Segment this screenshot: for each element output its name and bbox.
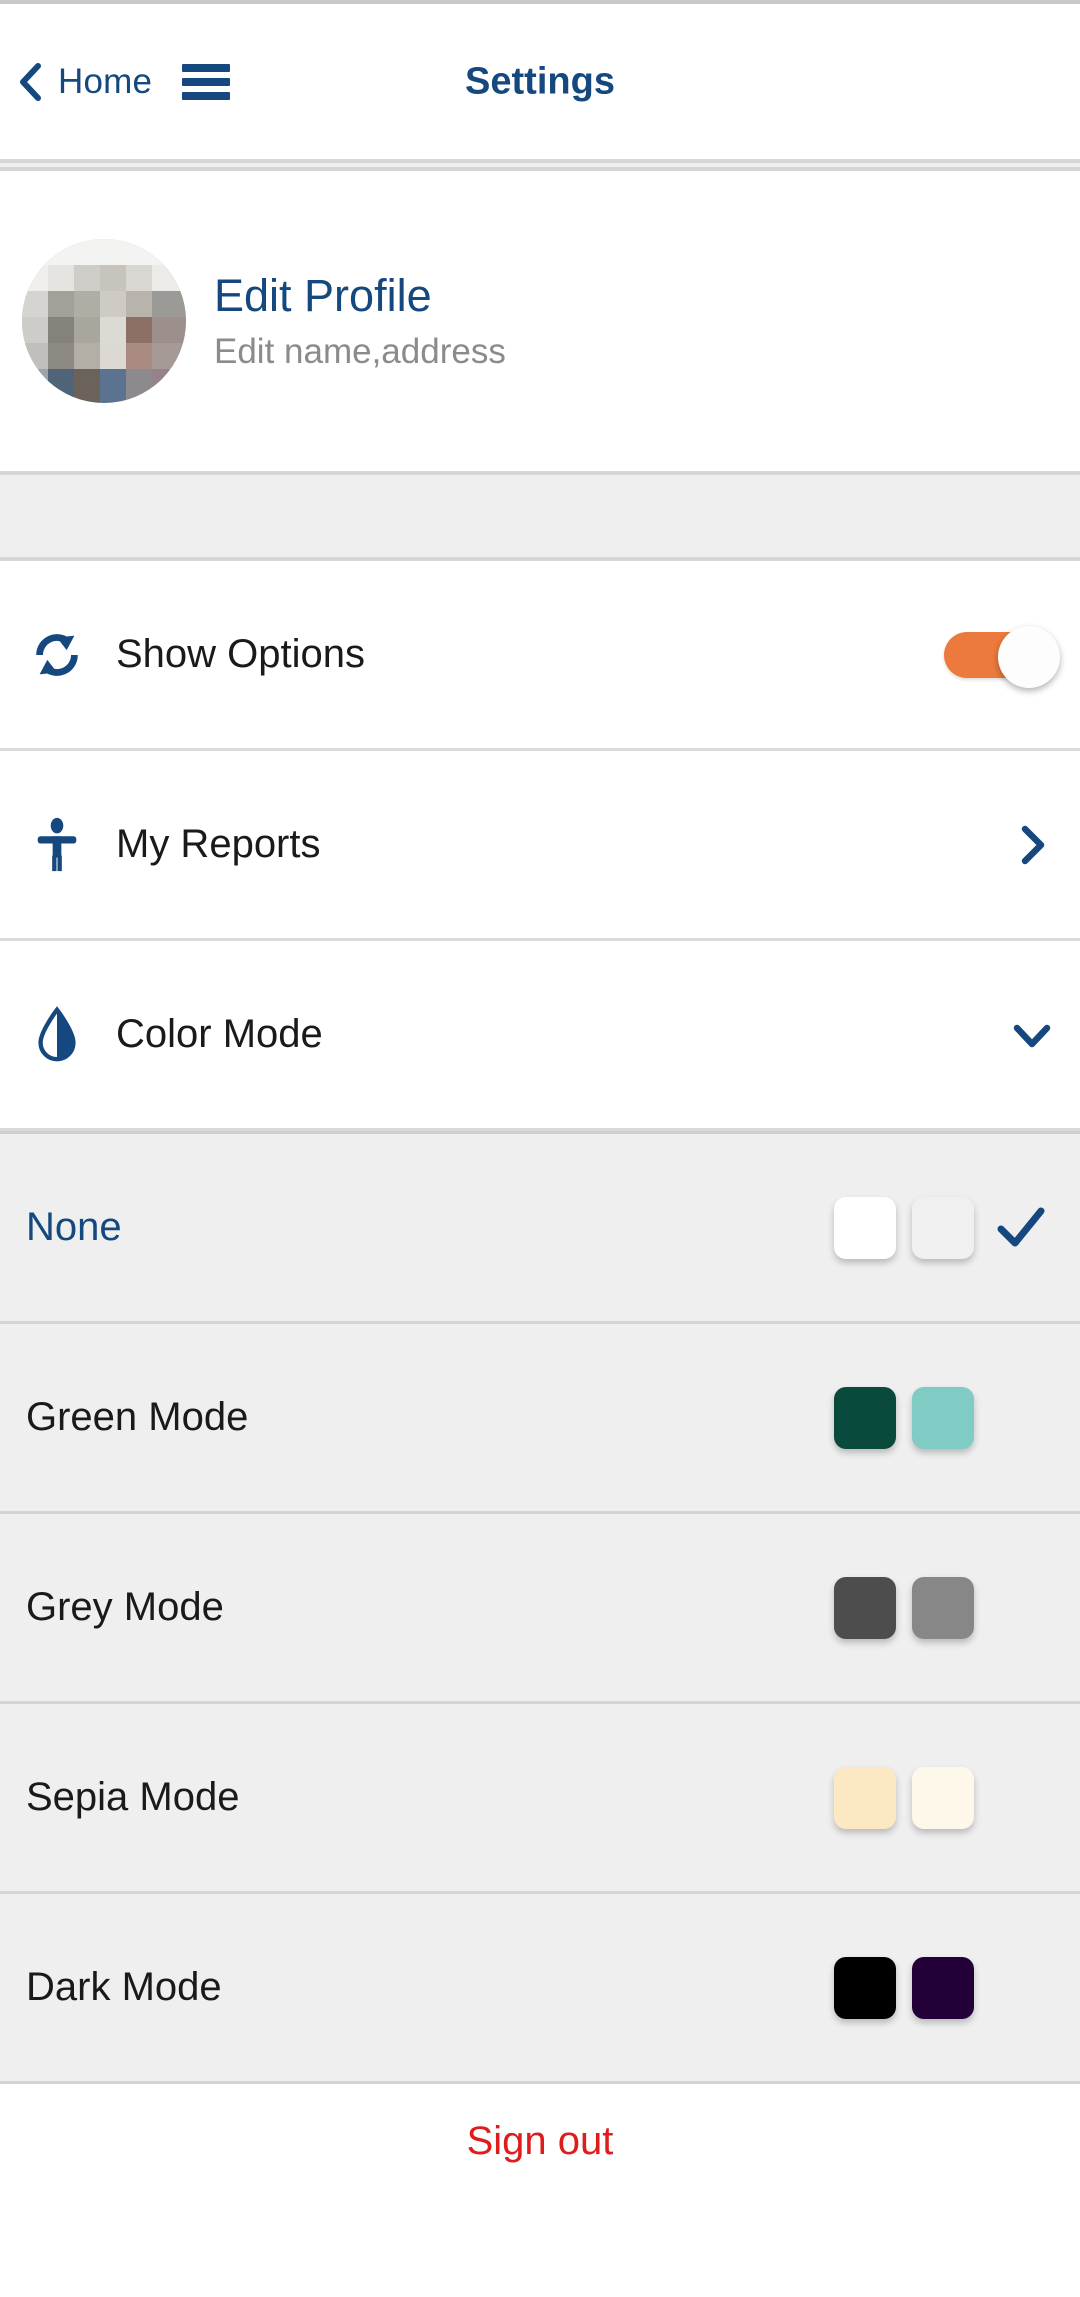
selected-check-wrap [988, 1203, 1054, 1253]
show-options-label: Show Options [116, 632, 366, 676]
color-mode-option-grey[interactable]: Grey Mode [0, 1514, 1080, 1704]
color-swatch-primary [834, 1196, 896, 1259]
checkmark-icon [997, 1207, 1045, 1246]
color-mode-option-green[interactable]: Green Mode [0, 1324, 1080, 1514]
color-mode-option-label: Grey Mode [26, 1585, 224, 1629]
color-mode-swatches [834, 1196, 974, 1259]
color-swatch-primary [834, 1766, 896, 1829]
app-header: Home Settings [0, 4, 1080, 159]
color-swatch-primary [834, 1956, 896, 2019]
color-mode-option-label: Green Mode [26, 1395, 249, 1439]
color-mode-option-label: None [26, 1205, 122, 1249]
sync-refresh-icon [26, 624, 88, 686]
avatar-pixelated-image [22, 239, 186, 403]
header-divider-band [0, 159, 1080, 171]
color-mode-option-sepia[interactable]: Sepia Mode [0, 1704, 1080, 1894]
color-swatch-primary [834, 1386, 896, 1449]
section-spacer-band [0, 471, 1080, 561]
show-options-control [944, 625, 1060, 688]
contrast-droplet-icon [26, 1004, 88, 1066]
profile-text-group: Edit Profile Edit name,address [214, 270, 506, 372]
chevron-down-icon [1013, 1024, 1051, 1047]
chevron-right-icon [1021, 825, 1045, 864]
my-reports-control[interactable] [1010, 823, 1054, 867]
color-swatch-primary [834, 1576, 896, 1639]
color-mode-label: Color Mode [116, 1012, 323, 1056]
toggle-thumb [998, 625, 1060, 688]
signout-area: Sign out [0, 2084, 1080, 2199]
color-mode-option-label: Sepia Mode [26, 1775, 240, 1819]
settings-row-my-reports[interactable]: My Reports [0, 751, 1080, 941]
settings-row-color-mode[interactable]: Color Mode [0, 941, 1080, 1131]
my-reports-label: My Reports [116, 822, 321, 866]
header-left-group: Home [0, 62, 231, 102]
edit-profile-row[interactable]: Edit Profile Edit name,address [0, 171, 1080, 471]
color-mode-option-label: Dark Mode [26, 1965, 222, 2009]
chevron-left-icon [20, 62, 41, 101]
edit-profile-title: Edit Profile [214, 270, 432, 321]
back-label: Home [58, 62, 153, 101]
color-swatch-secondary [912, 1956, 974, 2019]
accessibility-person-icon [26, 814, 88, 876]
settings-row-show-options[interactable]: Show Options [0, 561, 1080, 751]
settings-screen: Home Settings Edit Profile Edit name,add… [0, 0, 1080, 2297]
color-swatch-secondary [912, 1386, 974, 1449]
signout-button[interactable]: Sign out [467, 2119, 614, 2164]
color-swatch-secondary [912, 1576, 974, 1639]
color-mode-option-dark[interactable]: Dark Mode [0, 1894, 1080, 2084]
back-button[interactable]: Home [18, 62, 152, 102]
color-mode-option-none[interactable]: None [0, 1134, 1080, 1324]
color-swatch-secondary [912, 1196, 974, 1259]
color-mode-swatches [834, 1386, 974, 1449]
hamburger-menu-icon[interactable] [182, 63, 231, 100]
show-options-toggle[interactable] [944, 625, 1060, 688]
user-avatar-photo [22, 239, 186, 403]
color-mode-control[interactable] [1010, 1013, 1054, 1057]
color-swatch-secondary [912, 1766, 974, 1829]
color-mode-swatches [834, 1956, 974, 2019]
color-mode-swatches [834, 1766, 974, 1829]
color-mode-options-list: None Green Mode Grey Mode Sepia Mode Dar… [0, 1131, 1080, 2084]
edit-profile-subtitle: Edit name,address [214, 331, 506, 371]
color-mode-swatches [834, 1576, 974, 1639]
